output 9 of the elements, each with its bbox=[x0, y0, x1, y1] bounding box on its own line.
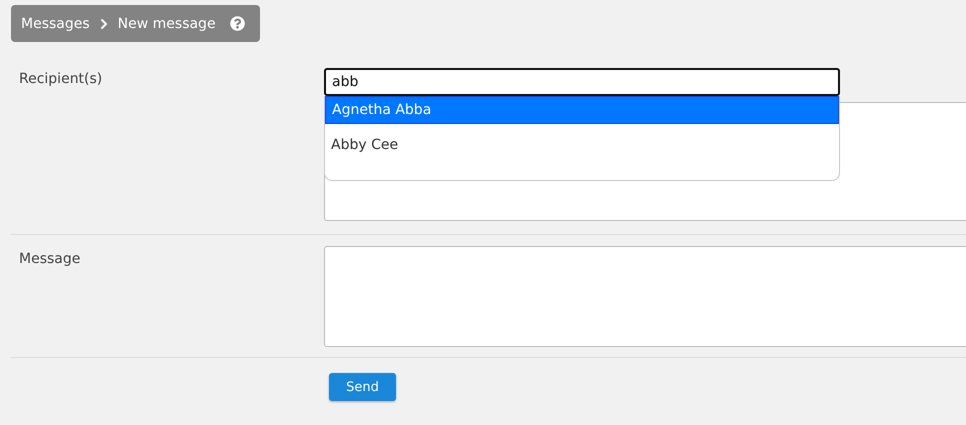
suggestion-item[interactable]: Agnetha Abba bbox=[325, 96, 839, 124]
help-icon[interactable] bbox=[230, 16, 245, 31]
field-label: Recipient(s) bbox=[18, 71, 104, 87]
message-field[interactable] bbox=[324, 246, 966, 347]
recipient-field[interactable]: abb bbox=[324, 68, 840, 96]
breadcrumb-item: New message bbox=[118, 16, 216, 32]
send-button[interactable]: Send bbox=[329, 373, 396, 401]
field-label: Message bbox=[18, 251, 82, 267]
breadcrumb-item[interactable]: Messages bbox=[21, 16, 90, 32]
